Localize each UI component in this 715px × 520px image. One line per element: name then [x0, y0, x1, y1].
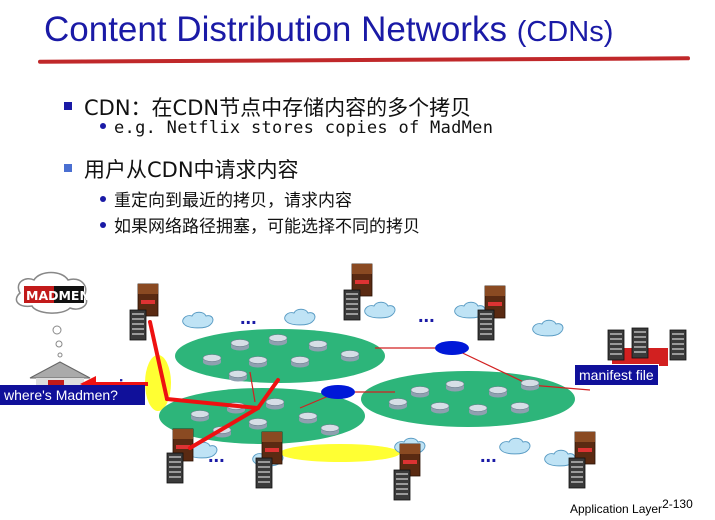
ellipsis-text: ...	[480, 445, 497, 467]
madmen-logo: MADMEN	[24, 286, 90, 303]
manifest-servers	[607, 327, 687, 366]
logo-text: MADMEN	[26, 288, 90, 303]
client-house-icon	[29, 361, 91, 386]
ellipsis-text: ...	[240, 307, 257, 329]
cdn-node	[321, 385, 355, 399]
backbone-link-highlight	[280, 444, 400, 462]
cdn-node	[435, 341, 469, 355]
cdn-diagram: ... ... ... ... MADMEN ...	[15, 263, 687, 501]
where-madmen-label: where's Madmen?	[0, 385, 145, 405]
ellipsis-text: ...	[208, 445, 225, 467]
manifest-file-label: manifest file	[574, 364, 659, 386]
client-thought-bubble	[15, 271, 88, 358]
slide-footer: Application Layer2-130	[570, 497, 693, 516]
ellipsis-text: ...	[418, 305, 435, 327]
footer-text: Application Layer	[570, 502, 663, 516]
page-number: 2-130	[662, 497, 693, 511]
